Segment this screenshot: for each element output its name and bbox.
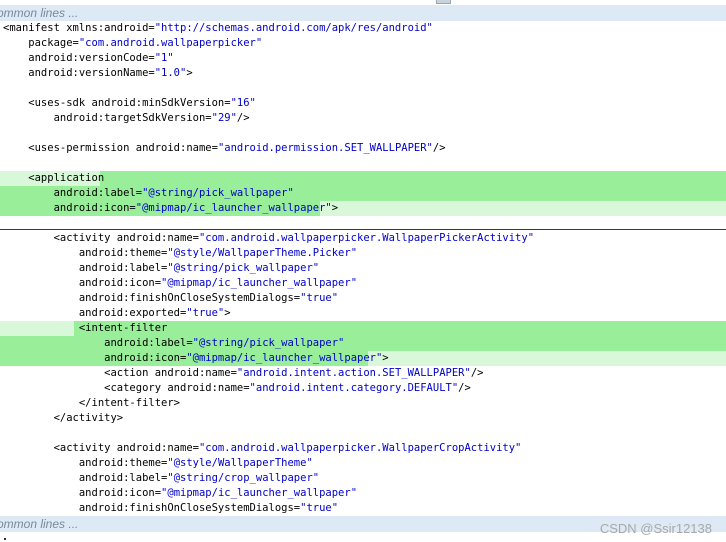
cursor-dot	[4, 538, 6, 540]
fold-marker-label-bottom: ommon lines ...	[0, 517, 79, 531]
code-line-33[interactable]: android:finishOnCloseSystemDialogs="true…	[0, 501, 726, 516]
fold-marker-label: ommon lines ...	[0, 6, 79, 20]
fold-marker-top[interactable]: ommon lines ...	[0, 5, 726, 21]
scroll-position-marker[interactable]	[436, 0, 451, 4]
code-line-28[interactable]	[0, 426, 726, 441]
code-line-32[interactable]: android:icon="@mipmap/ic_launcher_wallpa…	[0, 486, 726, 501]
code-line-24[interactable]: <action android:name="android.intent.act…	[0, 366, 726, 381]
code-line-23-highlighted[interactable]: android:icon="@mipmap/ic_launcher_wallpa…	[0, 351, 726, 366]
code-line-20[interactable]: android:exported="true">	[0, 306, 726, 321]
code-line-10[interactable]	[0, 156, 726, 171]
code-line-5[interactable]	[0, 81, 726, 96]
code-line-17[interactable]: android:label="@string/pick_wallpaper"	[0, 261, 726, 276]
code-line-21-highlighted[interactable]: <intent-filter	[0, 321, 726, 336]
code-line-19[interactable]: android:finishOnCloseSystemDialogs="true…	[0, 291, 726, 306]
code-line-18[interactable]: android:icon="@mipmap/ic_launcher_wallpa…	[0, 276, 726, 291]
code-line-11-highlighted[interactable]: <application	[0, 171, 726, 186]
code-line-4[interactable]: android:versionName="1.0">	[0, 66, 726, 81]
code-line-1[interactable]: <manifest xmlns:android="http://schemas.…	[0, 21, 726, 36]
code-line-16[interactable]: android:theme="@style/WallpaperTheme.Pic…	[0, 246, 726, 261]
code-line-9[interactable]: <uses-permission android:name="android.p…	[0, 141, 726, 156]
code-line-30[interactable]: android:theme="@style/WallpaperTheme"	[0, 456, 726, 471]
code-line-7[interactable]: android:targetSdkVersion="29"/>	[0, 111, 726, 126]
code-line-3[interactable]: android:versionCode="1"	[0, 51, 726, 66]
code-editor[interactable]: <manifest xmlns:android="http://schemas.…	[0, 21, 726, 516]
code-line-15[interactable]: <activity android:name="com.android.wall…	[0, 231, 726, 246]
code-line-27[interactable]: </activity>	[0, 411, 726, 426]
code-line-13-highlighted[interactable]: android:icon="@mipmap/ic_launcher_wallpa…	[0, 201, 726, 216]
code-line-26[interactable]: </intent-filter>	[0, 396, 726, 411]
code-line-6[interactable]: <uses-sdk android:minSdkVersion="16"	[0, 96, 726, 111]
code-line-22-highlighted[interactable]: android:label="@string/pick_wallpaper"	[0, 336, 726, 351]
diff-divider-line	[0, 229, 726, 230]
code-line-29[interactable]: <activity android:name="com.android.wall…	[0, 441, 726, 456]
code-line-31[interactable]: android:label="@string/crop_wallpaper"	[0, 471, 726, 486]
code-line-2[interactable]: package="com.android.wallpaperpicker"	[0, 36, 726, 51]
code-line-12-highlighted[interactable]: android:label="@string/pick_wallpaper"	[0, 186, 726, 201]
watermark: CSDN @Ssir12138	[599, 521, 712, 536]
code-line-25[interactable]: <category android:name="android.intent.c…	[0, 381, 726, 396]
code-line-8[interactable]	[0, 126, 726, 141]
